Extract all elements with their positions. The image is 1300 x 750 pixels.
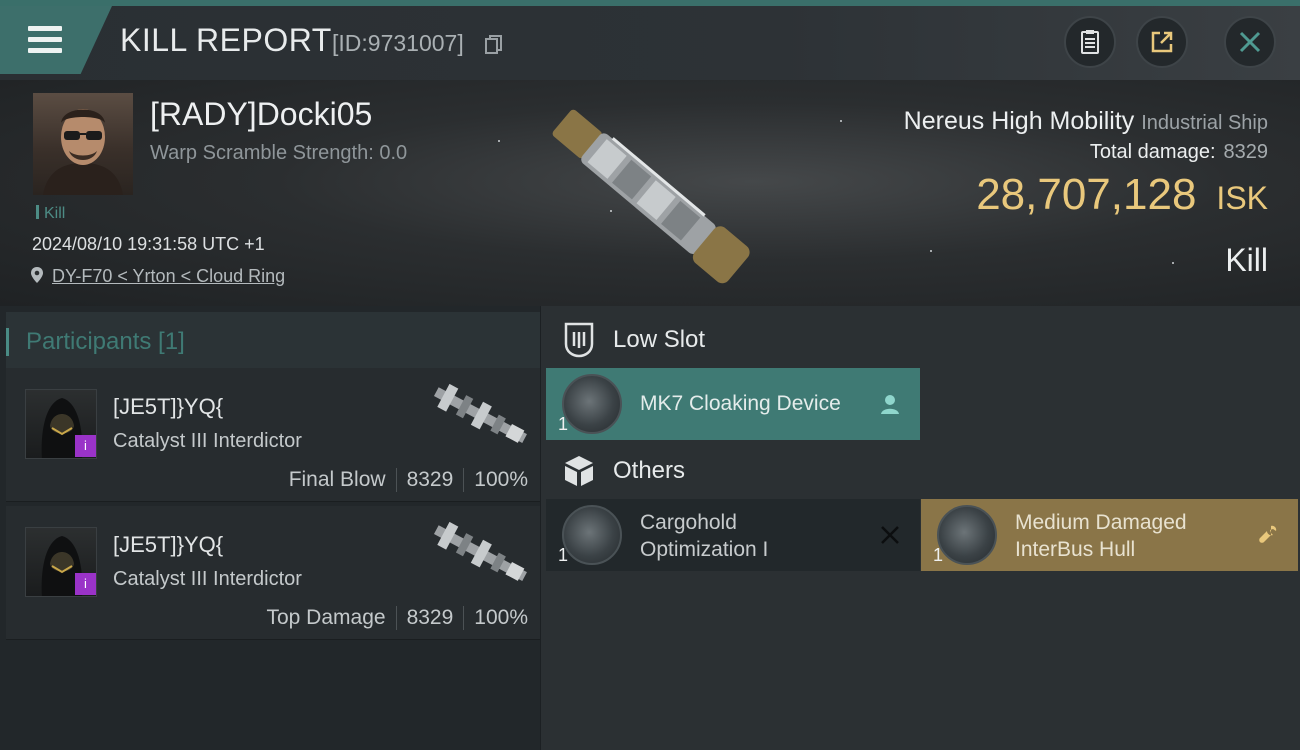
low-slot-icon (564, 322, 594, 358)
menu-icon (28, 26, 62, 53)
participant-percent: 100% (474, 606, 528, 629)
kill-result: Kill (1225, 242, 1268, 278)
total-damage-value: 8329 (1223, 141, 1269, 163)
others-label: Others (613, 457, 686, 484)
participant-damage: 8329 (406, 606, 454, 629)
victim-name[interactable]: [RADY]Docki05 (150, 96, 372, 133)
participant-role: Final Blow (288, 468, 386, 491)
others-item[interactable]: 1 Cargohold Optimization I (546, 499, 920, 571)
cross-icon (881, 526, 899, 544)
victim-summary: [RADY]Docki05 Warp Scramble Strength: 0.… (0, 80, 1300, 306)
participant-percent: 100% (474, 468, 528, 491)
others-section-header: Others (563, 454, 685, 488)
item-name: Medium Damaged InterBus Hull (1015, 511, 1187, 561)
participant-ship-icon (433, 383, 527, 444)
kill-location[interactable]: DY-F70 < Yrton < Cloud Ring (30, 266, 285, 287)
participant-badge: i (75, 573, 96, 595)
location-link[interactable]: DY-F70 < Yrton < Cloud Ring (52, 266, 285, 286)
participant-role: Top Damage (266, 606, 386, 629)
kill-tag: Kill (36, 205, 65, 223)
participants-heading: Participants [1] (6, 328, 185, 356)
low-slot-label: Low Slot (613, 326, 706, 353)
item-thumbnail (562, 505, 622, 565)
ship-class: Industrial Ship (1141, 112, 1268, 134)
participant-stats: Top Damage 8329 100% (266, 606, 528, 630)
item-quantity: 1 (558, 414, 569, 434)
participants-panel: Participants [1] i [JE5T]}YQ{ Catalyst I… (0, 306, 540, 750)
close-button[interactable] (1224, 16, 1276, 68)
participant-ship: Catalyst III Interdictor (113, 568, 302, 590)
kill-datetime: 2024/08/10 19:31:58 UTC +1 (32, 234, 265, 254)
close-icon (1239, 31, 1261, 53)
isk-unit: ISK (1216, 180, 1268, 216)
ship-name[interactable]: Nereus High Mobility Industrial Ship (904, 107, 1268, 136)
share-button[interactable] (1136, 16, 1188, 68)
participant-damage: 8329 (406, 468, 454, 491)
warp-scramble-strength: Warp Scramble Strength: 0.0 (150, 142, 408, 164)
item-name: MK7 Cloaking Device (640, 392, 841, 415)
clipboard-button[interactable] (1064, 16, 1116, 68)
participant-name[interactable]: [JE5T]}YQ{ (113, 394, 223, 420)
location-pin-icon (31, 267, 43, 283)
wrench-icon (1259, 525, 1277, 543)
low-slot-section-header: Low Slot (563, 322, 705, 358)
participant-ship: Catalyst III Interdictor (113, 430, 302, 452)
person-icon (881, 395, 899, 414)
item-thumbnail (937, 505, 997, 565)
participant-stats: Final Blow 8329 100% (289, 468, 528, 492)
others-item[interactable]: 1 Medium Damaged InterBus Hull (921, 499, 1298, 571)
page-title: KILL REPORT (120, 22, 332, 58)
ship-render (552, 109, 750, 284)
total-damage: Total damage: 8329 (1089, 141, 1269, 163)
clipboard-icon (1081, 30, 1099, 54)
participant-badge: i (75, 435, 96, 457)
copy-icon[interactable] (485, 35, 503, 55)
item-thumbnail (562, 374, 622, 434)
victim-portrait[interactable] (33, 93, 133, 195)
item-quantity: 1 (933, 545, 944, 565)
report-id: [ID:9731007] (332, 30, 464, 56)
item-quantity: 1 (558, 545, 569, 565)
cube-icon (565, 456, 593, 486)
fitting-panel: Low Slot 1 MK7 Cloaking Device Others 1 … (541, 306, 1300, 750)
participant-ship-icon (433, 521, 527, 582)
participant-name[interactable]: [JE5T]}YQ{ (113, 532, 223, 558)
low-slot-item[interactable]: 1 MK7 Cloaking Device (546, 368, 920, 440)
participant-row[interactable]: i [JE5T]}YQ{ Catalyst III Interdictor Fi… (6, 368, 540, 502)
participants-header[interactable]: Participants [1] (6, 312, 540, 368)
isk-value: 28,707,128 ISK (976, 170, 1268, 219)
participant-row[interactable]: i [JE5T]}YQ{ Catalyst III Interdictor To… (6, 506, 540, 640)
share-icon (1151, 31, 1173, 53)
item-name: Cargohold Optimization I (640, 511, 769, 561)
